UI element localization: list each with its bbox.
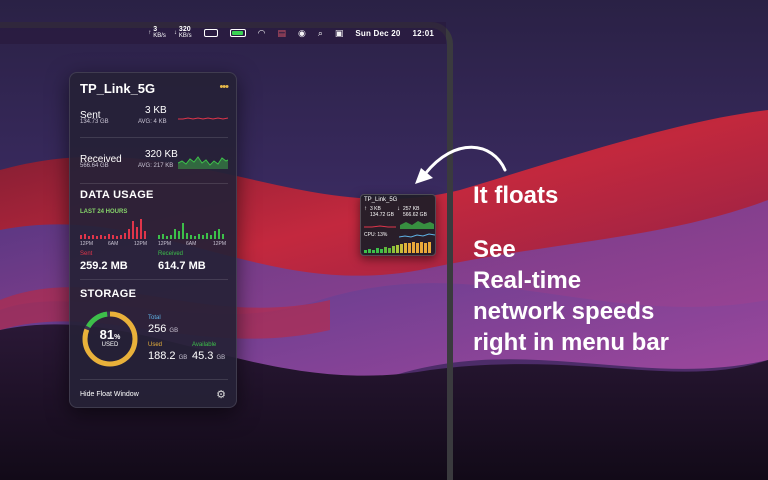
sent-usage-histogram	[80, 219, 146, 239]
sent-tick-1: 12PM	[80, 241, 94, 247]
storage-percent: 81	[99, 327, 115, 342]
network-dropdown-panel: TP_Link_5G ••• Sent 3 KB 134.73 GB AVG: …	[69, 72, 237, 408]
search-icon[interactable]: ⌕	[318, 28, 323, 39]
menubar-download-unit: KB/s	[178, 33, 192, 39]
received-avg: AVG: 217 KB	[138, 163, 174, 169]
storage-available: 45.3 GB	[192, 350, 226, 362]
upload-arrow-icon: ↑	[148, 29, 152, 36]
received-row: Received 320 KB 566.64 GB AVG: 217 KB	[80, 149, 228, 175]
download-arrow-icon: ↓	[397, 206, 400, 212]
sent-tick-2: 6AM	[108, 241, 119, 247]
usage-sent-value: 259.2 MB	[80, 260, 128, 272]
data-usage-range: LAST 24 HOURS	[80, 209, 128, 215]
storage-used-label: Used	[148, 342, 163, 348]
received-usage-histogram	[158, 223, 224, 239]
float-window[interactable]: TP_Link_5G ↑ 3 KB 134.72 GB ↓ 257 KB 566…	[360, 194, 436, 256]
float-cpu-label: CPU: 13%	[364, 232, 388, 238]
ssd-icon[interactable]	[203, 29, 218, 37]
float-network-sparkline	[364, 221, 434, 229]
storage-total: 256 GB	[148, 323, 179, 335]
float-network-name: TP_Link_5G	[364, 197, 398, 203]
usage-received-value: 614.7 MB	[158, 260, 206, 272]
pitch-line-network: network speeds	[473, 298, 655, 325]
float-cpu-sparkline	[399, 233, 435, 238]
more-icon[interactable]: •••	[219, 81, 229, 93]
float-cpu-history	[364, 242, 431, 253]
storage-used-caption: USED	[101, 342, 119, 348]
network-name: TP_Link_5G	[80, 81, 156, 96]
pitch-headline: It floats	[473, 182, 559, 209]
hide-float-window-button[interactable]: Hide Float Window	[80, 391, 139, 398]
storage-ring-label: 81% USED	[80, 327, 140, 348]
sent-sparkline	[178, 117, 228, 120]
user-icon[interactable]: ◉	[298, 28, 306, 39]
received-tick-3: 12PM	[213, 241, 227, 247]
divider	[80, 183, 228, 184]
sent-value: 3 KB	[145, 105, 167, 116]
received-value: 320 KB	[145, 149, 178, 160]
menubar-upload-unit: KB/s	[153, 33, 166, 39]
storage-used: 188.2 GB	[148, 350, 188, 362]
divider	[80, 379, 228, 380]
download-arrow-icon: ↓	[173, 29, 177, 36]
menubar-date[interactable]: Sun Dec 20	[355, 29, 400, 38]
menubar-download-value: 320	[178, 26, 191, 33]
storage-title: STORAGE	[80, 288, 137, 300]
received-total: 566.64 GB	[80, 163, 109, 169]
received-sparkline	[178, 156, 228, 169]
flag-icon[interactable]: ▤	[277, 28, 286, 39]
battery-icon[interactable]	[229, 29, 246, 37]
storage-percent-unit: %	[114, 334, 121, 341]
control-center-icon[interactable]: ▣	[335, 28, 344, 39]
float-up-total: 134.72 GB	[370, 212, 394, 218]
sent-total: 134.73 GB	[80, 119, 109, 125]
network-speed-menu-item[interactable]: ↑ 3 KB/s ↓ 320 KB/s	[148, 26, 191, 40]
storage-total-label: Total	[148, 315, 161, 321]
pitch-line-realtime: Real-time	[473, 267, 582, 294]
pitch-line-menubar: right in menu bar	[473, 329, 670, 356]
float-down-total: 566.62 GB	[403, 212, 427, 218]
usage-sent-label: Sent	[80, 251, 93, 257]
sent-row: Sent 3 KB 134.73 GB AVG: 4 KB	[80, 105, 228, 129]
sent-tick-3: 12PM	[134, 241, 148, 247]
data-usage-title: DATA USAGE	[80, 189, 154, 201]
sent-avg: AVG: 4 KB	[138, 119, 167, 125]
wifi-icon[interactable]: ◠	[258, 28, 266, 39]
received-tick-1: 12PM	[158, 241, 172, 247]
menubar-time[interactable]: 12:01	[413, 29, 434, 38]
gear-icon[interactable]: ⚙	[216, 388, 226, 401]
upload-arrow-icon: ↑	[364, 206, 367, 212]
pitch-line-see: See	[473, 236, 516, 263]
usage-received-label: Received	[158, 251, 184, 257]
menubar-upload-value: 3	[153, 26, 158, 33]
menu-bar: ↑ 3 KB/s ↓ 320 KB/s ◠ ▤ ◉ ⌕ ▣ Sun Dec 20…	[0, 22, 446, 44]
received-tick-2: 6AM	[186, 241, 197, 247]
divider	[80, 279, 228, 280]
divider	[80, 137, 228, 138]
storage-available-label: Available	[192, 342, 217, 348]
